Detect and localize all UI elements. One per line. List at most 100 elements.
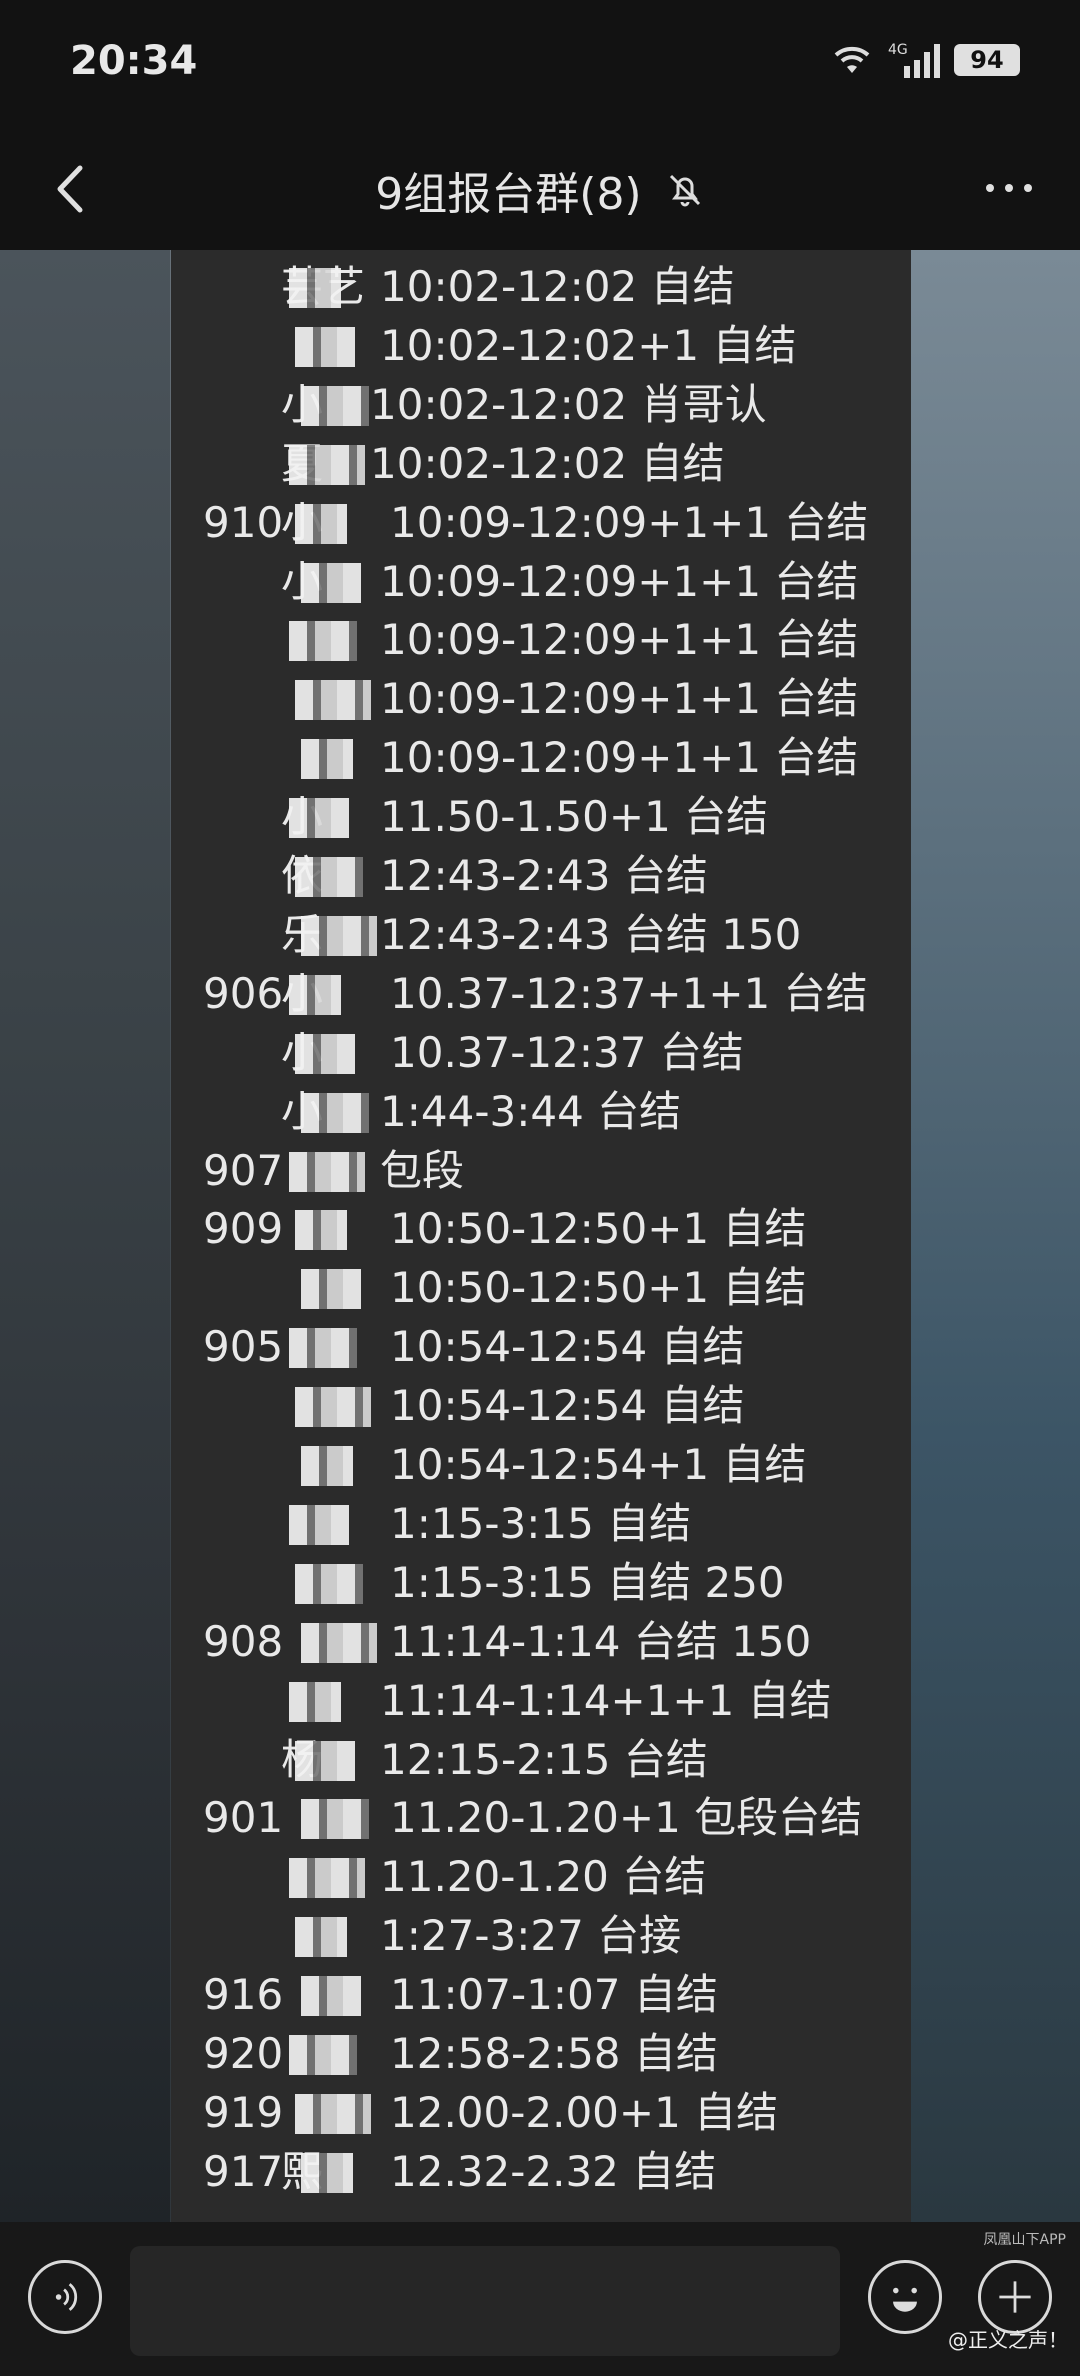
shift-time-text: 11.50-1.50+1 台结 <box>380 792 769 842</box>
mosaic-redaction <box>295 680 371 721</box>
message-line: 乐12:43-2:43 台结 150 <box>171 906 911 964</box>
mosaic-redaction <box>289 1858 365 1899</box>
mosaic-redaction <box>289 2035 357 2075</box>
status-time: 20:34 <box>70 38 198 84</box>
room-number: 916 <box>203 1970 284 2020</box>
message-line: 917熙12.32-2.32 自结 <box>171 2143 911 2201</box>
mosaic-redaction <box>301 385 369 426</box>
message-line: 小1:44-3:44 台结 <box>171 1083 911 1141</box>
mosaic-redaction <box>301 739 353 780</box>
shift-time-text: 10:54-12:54 自结 <box>390 1322 745 1372</box>
shift-time-text: 10:02-12:02+1 自结 <box>380 320 797 370</box>
shift-time-text: 10:02-12:02 肖哥认 <box>370 379 767 429</box>
mosaic-redaction <box>295 1740 355 1781</box>
shift-time-text: 12:43-2:43 台结 150 <box>380 909 802 959</box>
message-line: 10:54-12:54 自结 <box>171 1377 911 1435</box>
message-line: 小10:09-12:09+1+1 台结 <box>171 553 911 611</box>
message-line: 11:14-1:14+1+1 自结 <box>171 1672 911 1730</box>
message-line: 909 10:50-12:50+1 自结 <box>171 1200 911 1258</box>
shift-time-text: 1:15-3:15 自结 250 <box>390 1557 785 1607</box>
room-number: 909 <box>203 1204 284 1254</box>
shift-time-text: 12:58-2:58 自结 <box>390 2029 718 2078</box>
room-number: 905 <box>203 1322 284 1372</box>
room-number: 901 <box>203 1793 284 1843</box>
mosaic-redaction <box>301 562 361 603</box>
shift-time-text: 12.32-2.32 自结 <box>390 2146 717 2196</box>
mosaic-redaction <box>301 1446 353 1486</box>
chat-area[interactable]: 芸艺10:02-12:02 自结10:02-12:02+1 自结小10:02-1… <box>0 250 1080 2222</box>
more-button[interactable] <box>974 158 1044 218</box>
mosaic-redaction <box>295 2093 371 2134</box>
shift-time-text: 10:02-12:02 自结 <box>370 438 725 488</box>
message-line: 10:02-12:02+1 自结 <box>171 317 911 375</box>
message-line: 芸艺10:02-12:02 自结 <box>171 258 911 316</box>
shift-time-text: 11:14-1:14+1+1 自结 <box>380 1675 832 1725</box>
message-line: 小10:02-12:02 肖哥认 <box>171 376 911 434</box>
shift-time-text: 10:54-12:54+1 自结 <box>390 1440 807 1489</box>
shift-time-text: 10:09-12:09+1+1 台结 <box>380 674 859 724</box>
message-line: 依12:43-2:43 台结 <box>171 847 911 905</box>
wifi-icon <box>834 46 870 73</box>
message-line: 919 12.00-2.00+1 自结 <box>171 2084 911 2142</box>
message-line: 916 11:07-1:07 自结 <box>171 1966 911 2024</box>
mosaic-redaction <box>301 1799 369 1840</box>
room-number: 919 <box>203 2087 284 2137</box>
shift-time-text: 10:02-12:02 自结 <box>380 262 735 311</box>
message-line: 11.20-1.20 台结 <box>171 1848 911 1906</box>
mosaic-redaction <box>289 1328 357 1369</box>
shift-time-text: 10:54-12:54 自结 <box>390 1381 745 1431</box>
message-line: 小10.37-12:37 台结 <box>171 1024 911 1082</box>
mosaic-redaction <box>289 1504 349 1545</box>
svg-text:4G: 4G <box>888 42 908 58</box>
chat-background-left <box>0 250 170 2222</box>
shift-time-text: 10:09-12:09+1+1 台结 <box>380 556 859 606</box>
message-line: 906小10.37-12:37+1+1 台结 <box>171 965 911 1023</box>
emoji-icon <box>893 2287 917 2312</box>
mosaic-redaction <box>289 1681 341 1722</box>
message-input[interactable] <box>130 2246 840 2356</box>
plus-button[interactable] <box>978 2260 1052 2334</box>
room-number: 917 <box>203 2146 284 2196</box>
bell-off-icon <box>669 174 700 207</box>
room-number: 908 <box>203 1616 284 1666</box>
mosaic-redaction <box>301 1092 369 1133</box>
shift-time-text: 10:09-12:09+1+1 台结 <box>380 733 859 783</box>
shift-time-text: 11:07-1:07 自结 <box>390 1970 718 2020</box>
mosaic-redaction <box>289 444 365 485</box>
voice-button[interactable] <box>28 2260 102 2334</box>
message-line: 920 12:58-2:58 自结 <box>171 2025 911 2083</box>
message-line: 907 包段 <box>171 1142 911 1200</box>
mosaic-redaction <box>289 1151 365 1192</box>
mosaic-redaction <box>295 1563 363 1604</box>
mosaic-redaction <box>301 1269 361 1310</box>
message-line: 夏10:02-12:02 自结 <box>171 435 911 493</box>
chat-background-right <box>910 250 1080 2222</box>
shift-time-text: 1:27-3:27 台接 <box>380 1911 682 1961</box>
watermark-app: 凤凰山下APP <box>983 2232 1066 2248</box>
message-line: 1:27-3:27 台接 <box>171 1907 911 1965</box>
room-number: 906 <box>203 968 284 1018</box>
shift-time-text: 10.37-12:37 台结 <box>390 1027 744 1077</box>
shift-time-text: 12:43-2:43 台结 <box>380 851 708 900</box>
message-line: 10:09-12:09+1+1 台结 <box>171 611 911 669</box>
room-number: 920 <box>203 2029 284 2078</box>
mosaic-redaction <box>295 1210 347 1251</box>
mosaic-redaction <box>301 915 377 956</box>
mosaic-redaction <box>295 326 355 367</box>
chat-title[interactable]: 9组报台群(8) <box>375 169 641 220</box>
plus-icon <box>999 2281 1031 2313</box>
mosaic-redaction <box>289 798 349 839</box>
shift-time-text: 1:44-3:44 台结 <box>380 1086 682 1136</box>
shift-time-text: 10:50-12:50+1 自结 <box>390 1263 807 1313</box>
mosaic-redaction <box>295 1033 355 1074</box>
message-line: 杨12:15-2:15 台结 <box>171 1731 911 1789</box>
watermark-user: @正义之声！ <box>948 2328 1068 2352</box>
message-line: 910小10:09-12:09+1+1 台结 <box>171 494 911 552</box>
message-line: 小11.50-1.50+1 台结 <box>171 788 911 846</box>
emoji-button[interactable] <box>868 2260 942 2334</box>
image-message[interactable]: 芸艺10:02-12:02 自结10:02-12:02+1 自结小10:02-1… <box>171 250 911 2222</box>
shift-time-text: 10.37-12:37+1+1 台结 <box>390 968 868 1018</box>
shift-time-text: 10:50-12:50+1 自结 <box>390 1204 807 1254</box>
message-line: 1:15-3:15 自结 250 <box>171 1554 911 1612</box>
more-horizontal-icon <box>986 184 1032 192</box>
